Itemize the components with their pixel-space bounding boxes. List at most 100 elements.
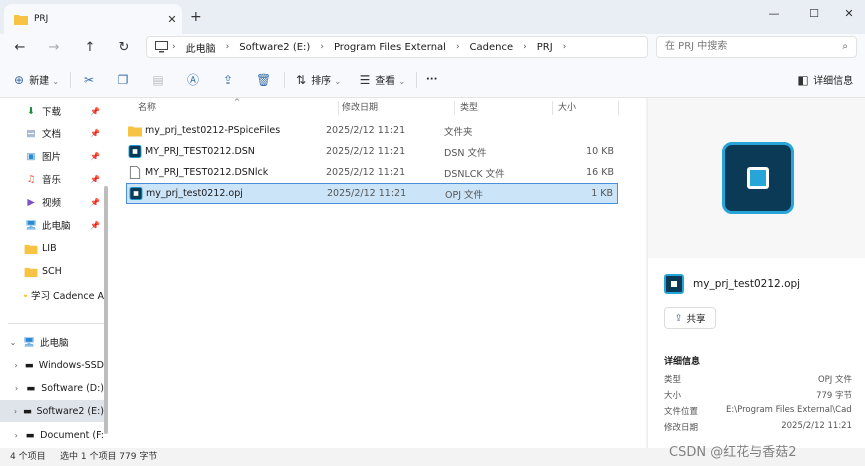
view-label: 查看 xyxy=(375,76,396,87)
file-name: MY_PRJ_TEST0212.DSNlck xyxy=(145,167,269,178)
pin-icon: 📌 xyxy=(90,197,100,207)
chevron-right-icon: › xyxy=(172,42,176,52)
chevron-right-icon: › xyxy=(455,42,460,52)
sidebar-item-lib[interactable]: LIB xyxy=(0,237,104,259)
toolbar-divider xyxy=(70,72,71,88)
view-button[interactable]: ☰ 查看 ⌄ xyxy=(358,71,405,89)
folder-icon xyxy=(14,15,28,25)
file-preview xyxy=(648,98,865,258)
chevron-right-icon[interactable]: › xyxy=(12,407,19,416)
column-header-name[interactable]: 名称 xyxy=(138,98,156,118)
sidebar-item-sch[interactable]: SCH xyxy=(0,260,104,282)
sidebar-item-software-d[interactable]: › ▬ Software (D:) xyxy=(0,377,104,399)
rename-button[interactable]: Ⓐ xyxy=(186,71,200,89)
new-button[interactable]: ⊕ 新建 ⌄ xyxy=(12,71,59,89)
column-divider[interactable] xyxy=(338,101,339,115)
close-window-button[interactable]: ✕ xyxy=(835,4,863,24)
sidebar-item-learn-cadence[interactable]: 学习 Cadence A xyxy=(0,284,104,306)
chevron-right-icon: › xyxy=(523,42,527,52)
property-row: 大小 779 字节 xyxy=(664,389,852,403)
file-row-selected[interactable]: my_prj_test0212.opj 2025/2/12 11:21 OPJ … xyxy=(126,183,618,204)
sidebar-item-this-pc[interactable]: 🖥 此电脑 📌 xyxy=(0,214,104,236)
details-pane-button[interactable]: ◧ 详细信息 xyxy=(796,71,853,89)
share-button[interactable]: ⇪ xyxy=(221,71,235,89)
download-icon: ⬇ xyxy=(27,105,35,117)
back-button[interactable]: ← xyxy=(8,38,32,58)
navigation-pane: ⬇ 下载 📌 ▤ 文档 📌 ▣ 图片 📌 ♫ 音乐 📌 ▶ 视频 📌 🖥 此电脑… xyxy=(0,98,110,448)
file-row[interactable]: MY_PRJ_TEST0212.DSNlck 2025/2/12 11:21 D… xyxy=(126,162,618,183)
column-divider[interactable] xyxy=(454,101,455,115)
column-divider[interactable] xyxy=(618,101,619,115)
drive-icon: ▬ xyxy=(25,429,35,441)
new-tab-button[interactable]: + xyxy=(190,9,202,25)
sort-ascending-icon: ^ xyxy=(234,98,240,106)
breadcrumb-cadence[interactable]: Cadence xyxy=(470,42,514,53)
chevron-right-icon[interactable]: › xyxy=(12,431,20,440)
blank-file-icon xyxy=(129,166,141,179)
cut-button[interactable]: ✂ xyxy=(82,71,96,89)
more-options-button[interactable]: ··· xyxy=(426,71,437,89)
paste-button[interactable]: ▤ xyxy=(151,71,165,89)
sidebar-item-downloads[interactable]: ⬇ 下载 📌 xyxy=(0,100,104,122)
chevron-right-icon[interactable]: › xyxy=(12,361,20,370)
sidebar-item-software2-e[interactable]: › ▬ Software2 (E:) xyxy=(0,400,104,422)
chevron-right-icon[interactable]: › xyxy=(12,384,21,393)
watermark: CSDN @红花与香菇2 xyxy=(669,445,797,460)
column-header-type[interactable]: 类型 xyxy=(460,98,478,118)
drive-icon: ▬ xyxy=(24,359,34,371)
column-header-size[interactable]: 大小 xyxy=(558,98,576,118)
opj-large-icon xyxy=(722,142,794,214)
sidebar-item-this-pc-tree[interactable]: ⌄ 🖥 此电脑 xyxy=(0,331,104,353)
sidebar-item-document-f[interactable]: › ▬ Document (F: xyxy=(0,424,104,446)
property-key: 大小 xyxy=(664,391,682,401)
sidebar-scrollbar[interactable] xyxy=(104,186,108,434)
share-button[interactable]: ⇪ 共享 xyxy=(664,307,716,329)
file-date: 2025/2/12 11:21 xyxy=(326,167,406,178)
delete-button[interactable]: 🗑 xyxy=(256,71,271,89)
sidebar-item-music[interactable]: ♫ 音乐 📌 xyxy=(0,168,104,190)
file-date: 2025/2/12 11:21 xyxy=(326,125,406,136)
file-name: MY_PRJ_TEST0212.DSN xyxy=(145,146,255,157)
search-input[interactable]: 在 PRJ 中搜索 ⌕ xyxy=(656,36,857,58)
address-bar[interactable]: › 此电脑 › Software2 (E:) › Program Files E… xyxy=(146,36,648,58)
sidebar-item-label: Document (F: xyxy=(40,429,104,441)
file-row[interactable]: MY_PRJ_TEST0212.DSN 2025/2/12 11:21 DSN … xyxy=(126,141,618,162)
sidebar-item-videos[interactable]: ▶ 视频 📌 xyxy=(0,191,104,213)
details-label: 详细信息 xyxy=(813,76,854,87)
view-icon: ☰ xyxy=(359,73,371,87)
file-date: 2025/2/12 11:21 xyxy=(327,188,407,199)
computer-icon: 🖥 xyxy=(22,336,36,348)
minimize-button[interactable]: — xyxy=(760,4,788,24)
file-list: ^ 名称 修改日期 类型 大小 my_prj_test0212-PSpiceFi… xyxy=(110,98,646,448)
tab-title: PRJ xyxy=(34,14,49,24)
column-divider[interactable] xyxy=(552,101,553,115)
close-tab-icon[interactable]: ✕ xyxy=(162,13,182,26)
breadcrumb-this-pc[interactable]: 此电脑 xyxy=(186,40,216,55)
sidebar-item-label: 此电脑 xyxy=(40,338,69,349)
chevron-right-icon[interactable]: › xyxy=(563,42,567,52)
sidebar-item-documents[interactable]: ▤ 文档 📌 xyxy=(0,122,104,144)
breadcrumb-program-files-external[interactable]: Program Files External xyxy=(334,42,446,53)
refresh-button[interactable]: ↻ xyxy=(112,38,136,58)
copy-button[interactable]: ❐ xyxy=(116,71,130,89)
sidebar-item-pictures[interactable]: ▣ 图片 📌 xyxy=(0,145,104,167)
tab-prj[interactable]: PRJ ✕ xyxy=(4,4,182,34)
breadcrumb-software2[interactable]: Software2 (E:) xyxy=(239,42,310,53)
column-header-date[interactable]: 修改日期 xyxy=(342,98,378,118)
file-size: 10 KB xyxy=(586,146,614,157)
property-key: 修改日期 xyxy=(664,423,699,433)
chevron-down-icon[interactable]: ⌄ xyxy=(8,338,18,347)
forward-button[interactable]: → xyxy=(42,38,66,58)
sort-button[interactable]: ⇅ 排序 ⌄ xyxy=(294,71,341,89)
folder-icon xyxy=(24,294,28,297)
up-button[interactable]: ↑ xyxy=(78,38,102,58)
opj-file-icon xyxy=(129,187,143,200)
search-icon: ⌕ xyxy=(842,41,848,52)
file-row[interactable]: my_prj_test0212-PSpiceFiles 2025/2/12 11… xyxy=(126,120,618,141)
drive-icon: ▬ xyxy=(23,405,33,417)
maximize-button[interactable]: ☐ xyxy=(800,4,828,24)
sidebar-item-label: 图片 xyxy=(42,152,62,163)
opj-file-icon xyxy=(664,274,684,294)
sidebar-item-windows-ssd[interactable]: › ▬ Windows-SSD xyxy=(0,354,104,376)
breadcrumb-prj[interactable]: PRJ xyxy=(537,42,553,53)
